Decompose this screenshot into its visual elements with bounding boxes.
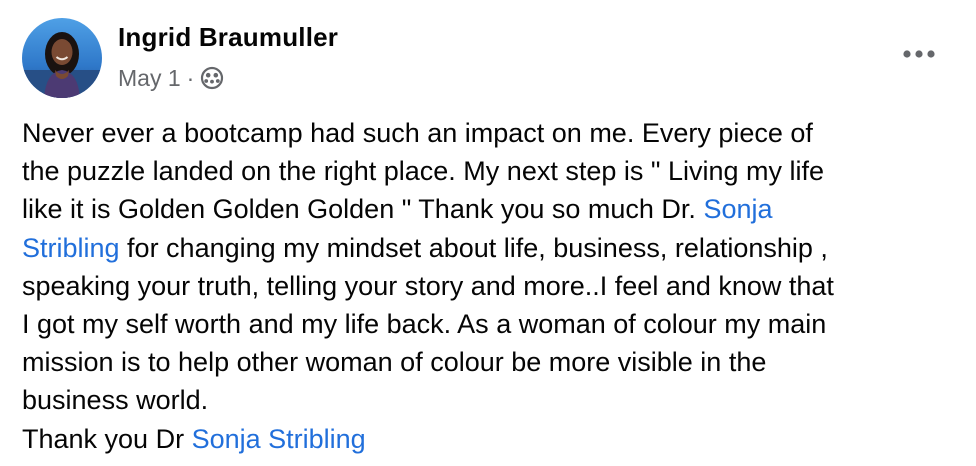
post-text: the puzzle landed on the right place. My…: [22, 156, 825, 187]
post-line: Stribling for changing my mindset about …: [22, 229, 972, 267]
author-name[interactable]: Ingrid Braumuller: [118, 22, 338, 53]
mention-link[interactable]: Sonja: [703, 194, 772, 224]
post-text: I got my self worth and my life back. As…: [22, 309, 827, 340]
author-avatar[interactable]: [22, 18, 102, 98]
profile-photo-icon: [22, 18, 102, 98]
post-line: speaking your truth, telling your story …: [22, 267, 972, 305]
mention-link[interactable]: Stribling: [22, 233, 120, 263]
post-text: Thank you Dr: [22, 423, 192, 454]
more-horizontal-icon: [903, 50, 935, 58]
post-meta: May 1 ·: [118, 63, 224, 93]
post-line: business world.: [22, 381, 972, 419]
post-line: Thank you Dr Sonja Stribling: [22, 420, 972, 458]
more-options-button[interactable]: [896, 36, 942, 72]
post-text: speaking your truth, telling your story …: [22, 270, 834, 301]
post-text: for changing my mindset about life, busi…: [119, 232, 828, 263]
post-line: the puzzle landed on the right place. My…: [22, 152, 972, 190]
meta-separator: ·: [186, 64, 195, 91]
post-line: I got my self worth and my life back. As…: [22, 305, 972, 343]
post-line: mission is to help other woman of colour…: [22, 343, 972, 381]
post-text: business world.: [22, 385, 209, 416]
post-line: like it is Golden Golden Golden " Thank …: [22, 190, 972, 228]
friends-icon[interactable]: [200, 66, 224, 90]
post-line: Never ever a bootcamp had such an impact…: [22, 114, 972, 152]
post-card: Ingrid Braumuller May 1 · Never ever a b…: [0, 0, 976, 466]
post-text: Never ever a bootcamp had such an impact…: [22, 118, 813, 148]
post-date[interactable]: May 1: [118, 65, 181, 92]
post-text: mission is to help other woman of colour…: [22, 347, 767, 378]
mention-link[interactable]: Sonja Stribling: [192, 424, 366, 454]
post-body: Never ever a bootcamp had such an impact…: [22, 114, 972, 458]
post-text: like it is Golden Golden Golden " Thank …: [22, 194, 704, 225]
